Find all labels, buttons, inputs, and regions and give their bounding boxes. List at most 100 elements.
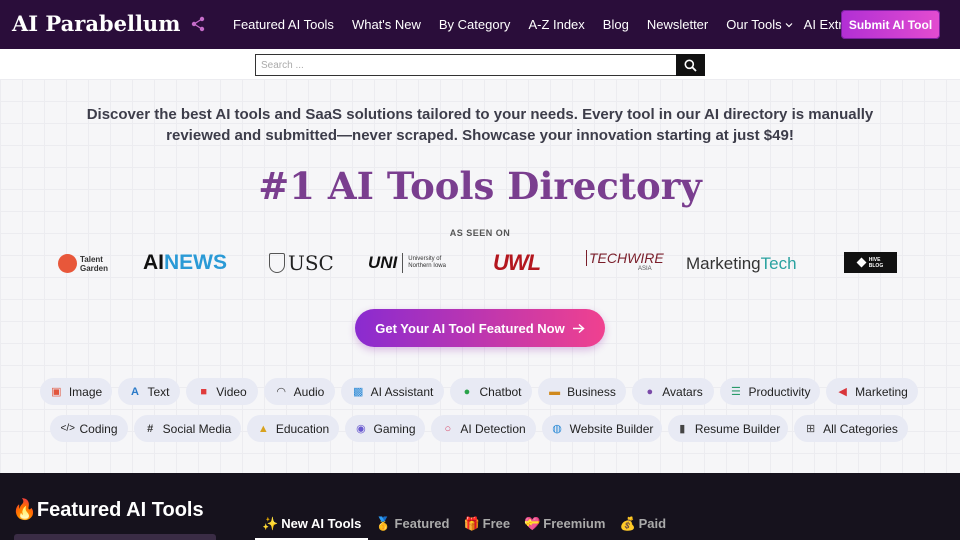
talent-garden-text: Talent bbox=[80, 254, 103, 264]
category-label: Audio bbox=[293, 384, 325, 399]
search-bar bbox=[255, 54, 705, 76]
tab-freemium[interactable]: 💝 Freemium bbox=[517, 512, 612, 540]
nav-label: Featured AI Tools bbox=[233, 17, 334, 32]
list-icon: ☰ bbox=[731, 386, 741, 398]
briefcase-icon: ▬ bbox=[549, 385, 561, 398]
nav-newsletter[interactable]: Newsletter bbox=[647, 17, 708, 32]
category-text[interactable]: A Text bbox=[118, 378, 180, 405]
share-icon[interactable] bbox=[190, 16, 206, 32]
gamepad-icon: ◉ bbox=[356, 423, 366, 435]
ainews-logo: AI NEWS bbox=[143, 251, 227, 275]
category-ai-assistant[interactable]: ▩ AI Assistant bbox=[341, 378, 444, 405]
techwire-subtext: ASIA bbox=[637, 266, 652, 272]
category-label: Education bbox=[275, 421, 330, 436]
money-bag-icon: 💰 bbox=[619, 516, 636, 531]
category-business[interactable]: ▬ Business bbox=[538, 378, 626, 405]
marketingtech-text: Tech bbox=[760, 254, 797, 273]
submit-ai-tool-button[interactable]: Submit AI Tool bbox=[841, 10, 940, 39]
category-label: Chatbot bbox=[479, 384, 522, 399]
press-logos: Talent Garden AI NEWS USC UNI University … bbox=[0, 248, 960, 280]
category-label: Marketing bbox=[855, 384, 908, 399]
nav-by-category[interactable]: By Category bbox=[439, 17, 511, 32]
megaphone-icon: ◀ bbox=[838, 386, 847, 398]
uni-logo: UNI University of Northern Iowa bbox=[368, 253, 446, 273]
category-coding[interactable]: </> Coding bbox=[50, 415, 128, 442]
category-ai-detection[interactable]: ○ AI Detection bbox=[431, 415, 536, 442]
tab-free[interactable]: 🎁 Free bbox=[456, 512, 517, 540]
tab-label: Featured bbox=[394, 516, 450, 531]
site-logo[interactable]: AI Parabellum bbox=[12, 11, 180, 36]
search-input[interactable] bbox=[255, 54, 676, 76]
nav-a-z-index[interactable]: A-Z Index bbox=[528, 17, 584, 32]
document-icon: ▮ bbox=[679, 423, 686, 435]
category-video[interactable]: ■ Video bbox=[186, 378, 258, 405]
techwire-asia-logo: TECHWIRE ASIA bbox=[586, 250, 664, 272]
category-label: Gaming bbox=[373, 421, 416, 436]
text-icon: A bbox=[131, 385, 139, 398]
usc-logo: USC bbox=[269, 251, 334, 275]
tab-label: Free bbox=[482, 516, 511, 531]
category-label: Coding bbox=[79, 421, 118, 436]
gift-icon: 🎁 bbox=[463, 516, 480, 531]
category-all-categories[interactable]: ⊞ All Categories bbox=[794, 415, 908, 442]
sparkles-icon: ✨ bbox=[262, 516, 279, 531]
heart-gift-icon: 💝 bbox=[524, 516, 541, 531]
category-marketing[interactable]: ◀ Marketing bbox=[826, 378, 918, 405]
grid-icon: ⊞ bbox=[806, 423, 816, 435]
nav-featured-ai-tools[interactable]: Featured AI Tools bbox=[233, 17, 334, 32]
nav-blog[interactable]: Blog bbox=[603, 17, 629, 32]
uwl-logo: UWL bbox=[493, 250, 541, 276]
talent-garden-logo: Talent Garden bbox=[58, 254, 108, 273]
hero-tagline: Discover the best AI tools and SaaS solu… bbox=[86, 106, 874, 144]
category-education[interactable]: ▲ Education bbox=[247, 415, 339, 442]
category-social-media[interactable]: # Social Media bbox=[134, 415, 241, 442]
headphones-icon: ◠ bbox=[276, 386, 286, 398]
medal-icon: 🥇 bbox=[375, 516, 392, 531]
tab-featured[interactable]: 🥇 Featured bbox=[368, 512, 456, 540]
category-productivity[interactable]: ☰ Productivity bbox=[720, 378, 820, 405]
search-button[interactable] bbox=[676, 54, 705, 76]
as-seen-on-label: AS SEEN ON bbox=[449, 228, 511, 238]
nav-label: By Category bbox=[438, 17, 511, 32]
nav-label: Blog bbox=[602, 17, 629, 32]
nav-whats-new[interactable]: What's New bbox=[352, 17, 421, 32]
category-resume-builder[interactable]: ▮ Resume Builder bbox=[668, 415, 788, 442]
category-audio[interactable]: ◠ Audio bbox=[264, 378, 335, 405]
usc-text: USC bbox=[288, 251, 334, 275]
category-gaming[interactable]: ◉ Gaming bbox=[345, 415, 425, 442]
globe-icon: ◍ bbox=[552, 423, 562, 435]
category-website-builder[interactable]: ◍ Website Builder bbox=[542, 415, 662, 442]
tab-label: Paid bbox=[638, 516, 667, 531]
magnifier-icon: ○ bbox=[444, 422, 452, 435]
tab-paid[interactable]: 💰 Paid bbox=[612, 512, 673, 540]
category-avatars[interactable]: ● Avatars bbox=[632, 378, 714, 405]
nav-our-tools[interactable]: Our Tools bbox=[726, 17, 793, 32]
category-chatbot[interactable]: ● Chatbot bbox=[450, 378, 532, 405]
chat-icon: ● bbox=[463, 385, 471, 398]
get-featured-button[interactable]: Get Your AI Tool Featured Now bbox=[355, 309, 605, 347]
robot-icon: ▩ bbox=[352, 386, 364, 398]
ainews-text: NEWS bbox=[164, 251, 227, 274]
ainews-text: AI bbox=[143, 251, 164, 274]
category-label: Text bbox=[147, 384, 170, 399]
category-image[interactable]: ▣ Image bbox=[40, 378, 112, 405]
chevron-down-icon bbox=[785, 22, 793, 27]
hive-blog-text: BLOG bbox=[868, 262, 884, 269]
fire-icon: 🔥 bbox=[12, 499, 37, 521]
arrow-right-icon bbox=[572, 323, 585, 333]
category-label: Image bbox=[68, 384, 103, 399]
nav-label: Newsletter bbox=[646, 17, 709, 32]
search-icon bbox=[684, 59, 697, 72]
marketingtech-logo: Marketing Tech bbox=[686, 254, 797, 274]
nav-label: What's New bbox=[351, 17, 421, 32]
talent-garden-mark-icon bbox=[58, 254, 77, 273]
uni-text: UNI bbox=[368, 253, 398, 272]
code-icon: </> bbox=[60, 423, 75, 434]
category-label: Social Media bbox=[162, 421, 232, 436]
tab-new-ai-tools[interactable]: ✨ New AI Tools bbox=[255, 512, 369, 540]
category-label: AI Assistant bbox=[370, 384, 434, 399]
marketingtech-text: Marketing bbox=[686, 254, 761, 273]
category-label: AI Detection bbox=[460, 421, 526, 436]
usc-seal-icon bbox=[269, 253, 285, 273]
hashtag-icon: # bbox=[147, 422, 154, 435]
